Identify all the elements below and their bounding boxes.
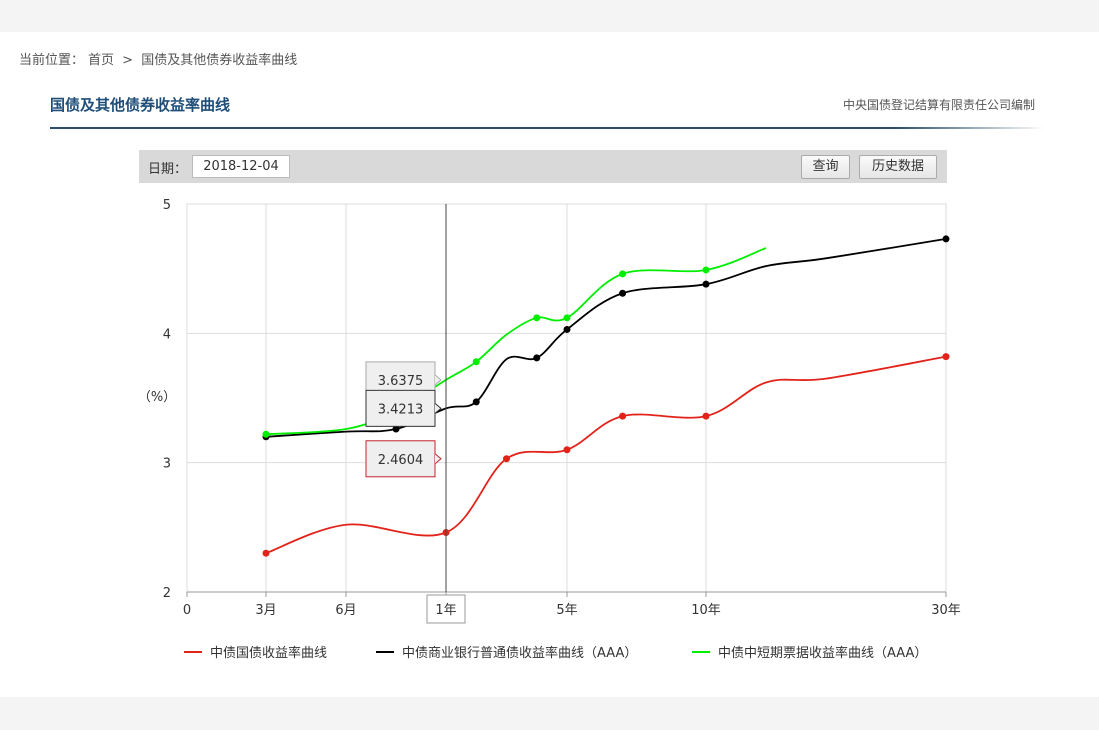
series-bank-aaa-point	[472, 398, 480, 406]
legend-label: 中债国债收益率曲线	[210, 645, 327, 661]
legend-label: 中债中短期票据收益率曲线（AAA）	[718, 645, 927, 661]
y-tick-label: 3	[163, 457, 171, 472]
series-treasury-point	[262, 549, 270, 557]
x-tick-label: 5年	[556, 603, 577, 618]
tooltip-treasury-value: 2.4604	[378, 453, 424, 468]
legend-item[interactable]: 中债中短期票据收益率曲线（AAA）	[692, 645, 927, 661]
series-bank-aaa-point	[563, 325, 571, 333]
series-shortterm-aaa-point	[702, 266, 710, 274]
series-bank-aaa-point	[533, 354, 541, 362]
series-shortterm-aaa-point	[533, 314, 541, 322]
y-tick-label: 4	[163, 327, 171, 342]
legend-item[interactable]: 中债国债收益率曲线	[184, 645, 327, 661]
crosshair-x-label: 1年	[435, 603, 456, 618]
series-shortterm-aaa-point	[619, 270, 627, 278]
series-bank-aaa-point	[619, 289, 627, 297]
series-shortterm-aaa-point	[262, 430, 270, 438]
series-shortterm-aaa-point	[563, 314, 571, 322]
x-tick-label: 0	[183, 603, 191, 618]
series-treasury-point	[563, 446, 571, 454]
y-tick-label: 5	[163, 198, 171, 213]
y-axis-label: （%）	[138, 390, 176, 405]
x-tick-label: 3月	[255, 603, 276, 618]
x-tick-label: 30年	[931, 603, 961, 618]
tooltip-shortterm-value: 3.6375	[378, 374, 424, 389]
series-shortterm-aaa-line	[265, 247, 767, 436]
y-tick-label: 2	[163, 586, 171, 601]
series-bank-aaa-point	[942, 235, 950, 243]
x-tick-label: 10年	[691, 603, 721, 618]
legend-item[interactable]: 中债商业银行普通债收益率曲线（AAA）	[376, 645, 637, 661]
series-bank-aaa-point	[702, 280, 710, 288]
series-treasury-point	[503, 455, 510, 463]
x-tick-label: 6月	[335, 603, 356, 618]
yield-curve-chart[interactable]: 5 4 3 2 （%） 0 3月 6月 5年 10年 30年 1年 3.6375 3.4213 2.4604…	[0, 0, 1099, 730]
series-shortterm-aaa-point	[472, 358, 480, 366]
series-treasury-point	[619, 412, 627, 420]
series-treasury-point	[702, 412, 710, 420]
series-treasury-point	[942, 353, 950, 361]
tooltip-bank-value: 3.4213	[378, 402, 424, 417]
legend-label: 中债商业银行普通债收益率曲线（AAA）	[402, 645, 637, 661]
